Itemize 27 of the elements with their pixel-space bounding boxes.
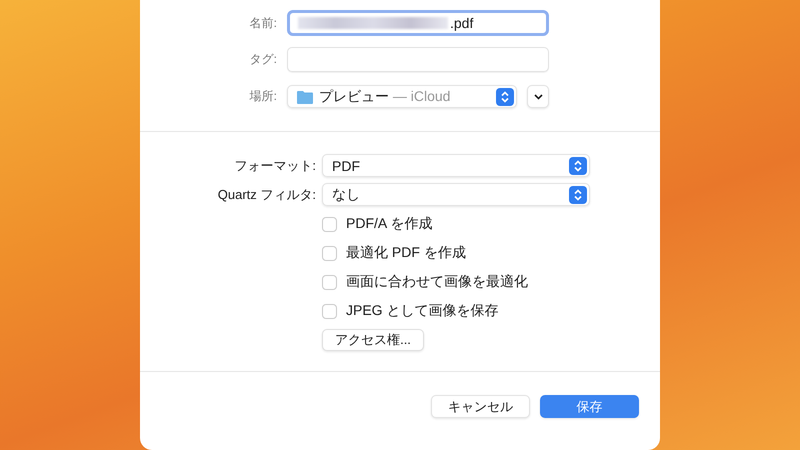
chevron-down-icon — [534, 94, 542, 100]
checkbox[interactable] — [322, 246, 337, 260]
tags-field[interactable] — [287, 47, 549, 72]
save-button[interactable]: 保存 — [540, 395, 639, 418]
field-label: タグ: — [248, 51, 277, 68]
checkbox[interactable] — [322, 304, 337, 318]
location-popup[interactable]: プレビュー — iCloud — [287, 85, 517, 108]
format-popup[interactable]: PDF — [322, 154, 590, 177]
checkbox-label: 画面に合わせて画像を最適化 — [346, 273, 528, 291]
field-label: フォーマット: — [233, 156, 316, 174]
stepper-icon — [496, 88, 514, 106]
folder-icon — [297, 90, 313, 104]
checkbox[interactable] — [322, 274, 337, 290]
field-label: 場所: — [248, 88, 277, 105]
stepper-icon — [569, 156, 587, 174]
stepper-icon — [569, 186, 587, 204]
field-label: Quartz フィルタ: — [216, 186, 316, 204]
expand-button[interactable] — [527, 85, 549, 108]
filename-field[interactable]: .pdf — [287, 10, 549, 36]
field-label: 名前: — [248, 14, 277, 32]
filter-popup[interactable]: なし — [322, 183, 590, 206]
cancel-button[interactable]: キャンセル — [431, 395, 530, 418]
checkbox-label: PDF/A を作成 — [346, 215, 432, 233]
checkbox[interactable] — [322, 216, 337, 232]
checkbox-label: JPEG として画像を保存 — [346, 302, 498, 320]
checkbox-label: 最適化 PDF を作成 — [346, 244, 466, 262]
permissions-button[interactable]: アクセス権... — [322, 329, 424, 351]
